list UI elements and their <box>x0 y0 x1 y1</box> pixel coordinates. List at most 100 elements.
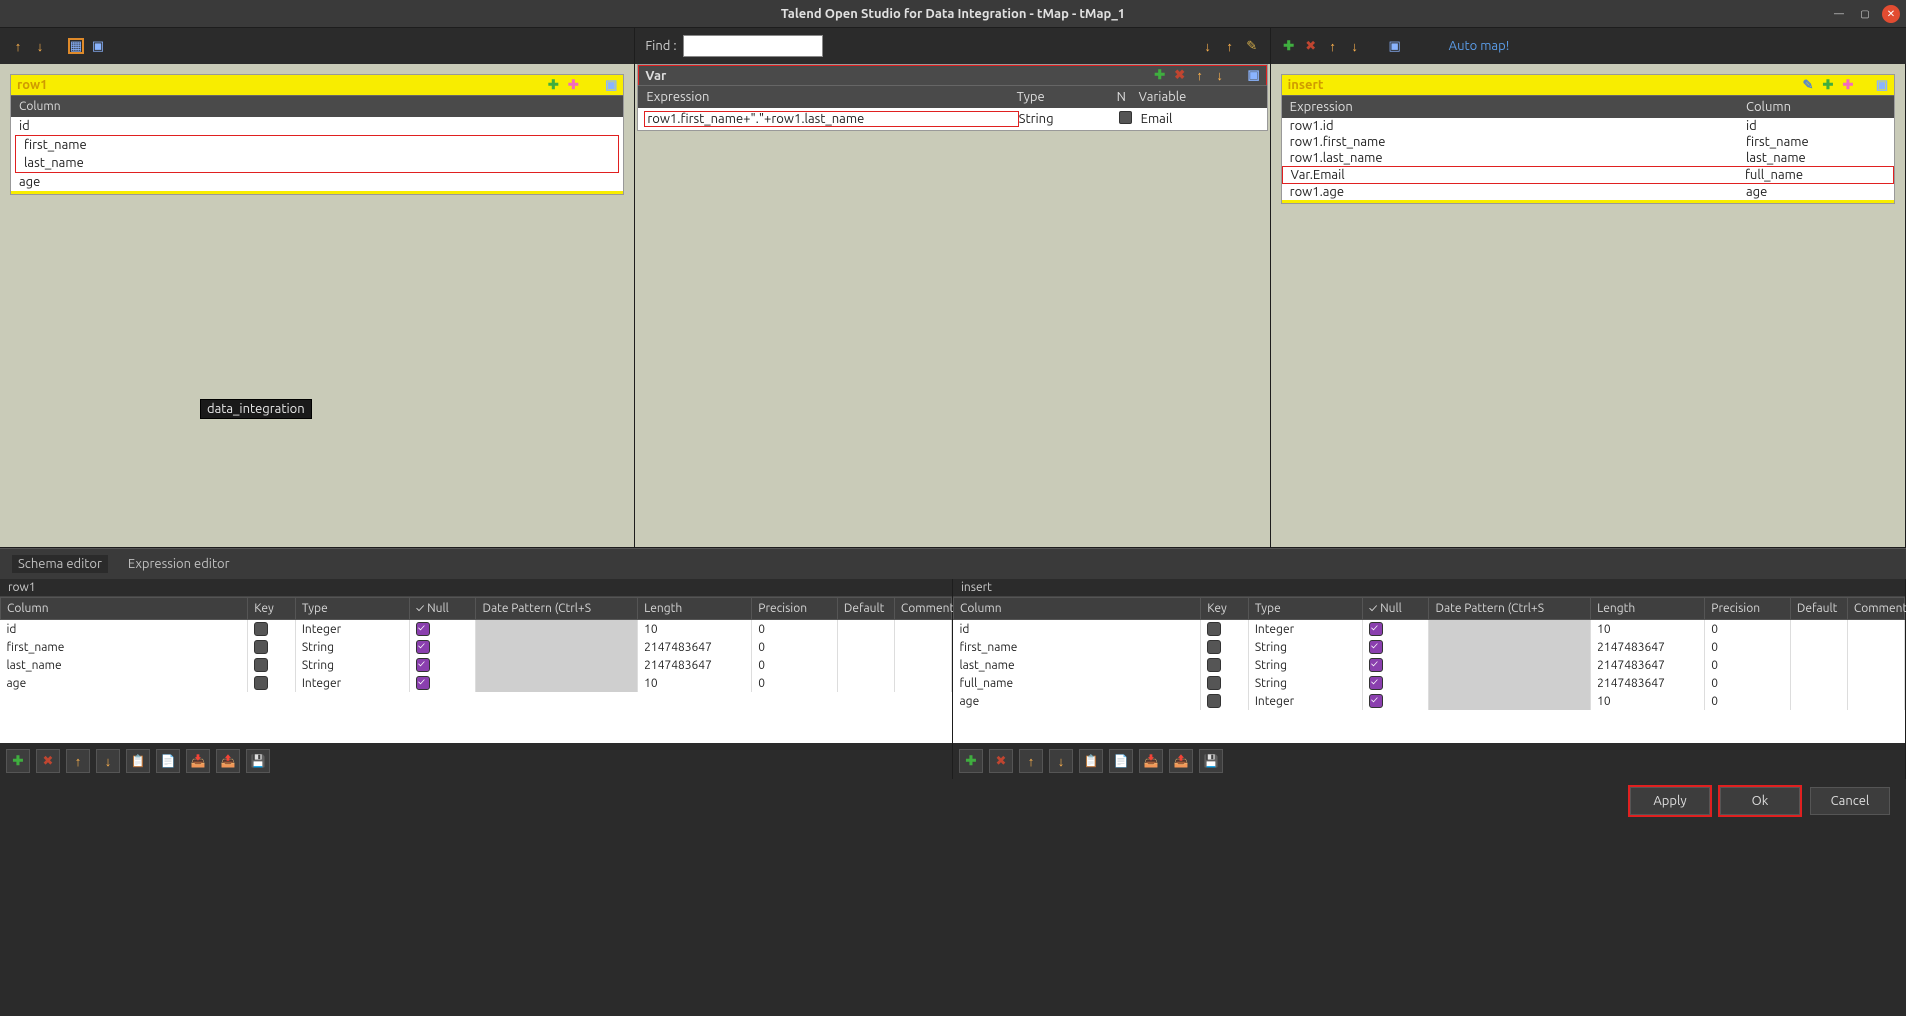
ok-button[interactable]: Ok <box>1720 787 1800 815</box>
schema-down-icon[interactable] <box>1049 749 1073 773</box>
schema-row[interactable]: ageInteger100 <box>954 692 1905 710</box>
add-output-icon[interactable] <box>1281 38 1297 54</box>
schema-remove-icon[interactable] <box>989 749 1013 773</box>
automap-button[interactable]: Auto map! <box>1449 39 1510 53</box>
schema-paste-icon[interactable]: 📄 <box>156 749 180 773</box>
schema-import-icon[interactable]: 📥 <box>1139 749 1163 773</box>
schema-row[interactable]: last_nameString21474836470 <box>954 656 1905 674</box>
schema-col-header[interactable]: Type <box>1248 598 1362 620</box>
schema-col-header[interactable]: Comment <box>1847 598 1904 620</box>
out-edit-icon[interactable] <box>1800 77 1816 93</box>
output-column-cell[interactable]: first_name <box>1746 135 1886 149</box>
var-popup-icon[interactable] <box>1246 68 1262 84</box>
var-type-cell[interactable]: String <box>1019 112 1119 126</box>
schema-paste-icon[interactable]: 📄 <box>1109 749 1133 773</box>
output-down-icon[interactable] <box>1347 38 1363 54</box>
output-row[interactable]: row1.last_namelast_name <box>1282 150 1894 166</box>
output-column-cell[interactable]: full_name <box>1745 168 1885 182</box>
schema-export-icon[interactable]: 📤 <box>1169 749 1193 773</box>
popup-icon[interactable] <box>90 38 106 54</box>
input-row[interactable]: first_name <box>16 136 618 154</box>
var-row[interactable]: row1.first_name+"."+row1.last_nameString… <box>638 108 1266 130</box>
output-row[interactable]: row1.idid <box>1282 118 1894 134</box>
move-down-icon[interactable] <box>32 38 48 54</box>
schema-col-header[interactable]: Default <box>837 598 894 620</box>
schema-col-header[interactable]: ✓ Null <box>1362 598 1429 620</box>
output-row[interactable]: row1.ageage <box>1282 184 1894 200</box>
close-button[interactable]: ✕ <box>1882 5 1900 23</box>
schema-col-header[interactable]: Date Pattern (Ctrl+S <box>1429 598 1591 620</box>
output-up-icon[interactable] <box>1325 38 1341 54</box>
var-add-icon[interactable] <box>1152 68 1168 84</box>
output-expression-cell[interactable]: row1.last_name <box>1290 151 1746 165</box>
out-popup-icon[interactable] <box>1874 77 1890 93</box>
output-column-cell[interactable]: last_name <box>1746 151 1886 165</box>
output-expression-cell[interactable]: Var.Email <box>1291 168 1745 182</box>
schema-copy-icon[interactable]: 📋 <box>126 749 150 773</box>
schema-col-header[interactable]: Key <box>248 598 296 620</box>
schema-row[interactable]: idInteger100 <box>1 620 952 639</box>
schema-col-header[interactable]: Length <box>638 598 752 620</box>
schema-col-header[interactable]: Column <box>1 598 248 620</box>
add-col-icon[interactable] <box>545 77 561 93</box>
move-up-icon[interactable] <box>10 38 26 54</box>
output-column-cell[interactable]: id <box>1746 119 1886 133</box>
find-input[interactable] <box>683 35 823 57</box>
var-nullable-check[interactable] <box>1119 111 1141 127</box>
schema-col-header[interactable]: Key <box>1201 598 1249 620</box>
schema-import-icon[interactable]: 📥 <box>186 749 210 773</box>
find-next-icon[interactable] <box>1200 38 1216 54</box>
apply-button[interactable]: Apply <box>1630 787 1710 815</box>
output-column-cell[interactable]: age <box>1746 185 1886 199</box>
schema-up-icon[interactable] <box>66 749 90 773</box>
out-add2-icon[interactable] <box>1840 77 1856 93</box>
highlight-icon[interactable] <box>1244 38 1260 54</box>
schema-col-header[interactable]: Precision <box>1705 598 1791 620</box>
output-expression-cell[interactable]: row1.id <box>1290 119 1746 133</box>
schema-icon[interactable] <box>68 38 84 54</box>
schema-row[interactable]: first_nameString21474836470 <box>954 638 1905 656</box>
var-up-icon[interactable] <box>1192 68 1208 84</box>
var-name-cell[interactable]: Email <box>1141 112 1261 126</box>
tab-schema-editor[interactable]: Schema editor <box>12 555 108 573</box>
schema-col-header[interactable]: Precision <box>752 598 838 620</box>
schema-col-header[interactable]: Default <box>1790 598 1847 620</box>
output-row[interactable]: Var.Emailfull_name <box>1282 166 1894 184</box>
minimize-button[interactable]: — <box>1830 5 1848 23</box>
schema-row[interactable]: idInteger100 <box>954 620 1905 639</box>
schema-row[interactable]: first_nameString21474836470 <box>1 638 952 656</box>
schema-col-header[interactable]: Column <box>954 598 1201 620</box>
schema-copy-icon[interactable]: 📋 <box>1079 749 1103 773</box>
schema-col-header[interactable]: Comment <box>894 598 951 620</box>
schema-col-header[interactable]: Type <box>295 598 409 620</box>
add-join-icon[interactable] <box>565 77 581 93</box>
schema-row[interactable]: ageInteger100 <box>1 674 952 692</box>
schema-down-icon[interactable] <box>96 749 120 773</box>
input-row[interactable]: last_name <box>16 154 618 172</box>
card-settings-icon[interactable] <box>603 77 619 93</box>
output-row[interactable]: row1.first_namefirst_name <box>1282 134 1894 150</box>
schema-col-header[interactable]: ✓ Null <box>409 598 476 620</box>
out-add-icon[interactable] <box>1820 77 1836 93</box>
schema-right-table[interactable]: ColumnKeyType✓ NullDate Pattern (Ctrl+SL… <box>953 597 1905 710</box>
schema-col-header[interactable]: Length <box>1591 598 1705 620</box>
input-row[interactable]: id <box>11 117 623 135</box>
schema-row[interactable]: last_nameString21474836470 <box>1 656 952 674</box>
schema-remove-icon[interactable] <box>36 749 60 773</box>
var-down-icon[interactable] <box>1212 68 1228 84</box>
maximize-button[interactable]: ▢ <box>1856 5 1874 23</box>
schema-col-header[interactable]: Date Pattern (Ctrl+S <box>476 598 638 620</box>
schema-save-icon[interactable]: 💾 <box>1199 749 1223 773</box>
input-row[interactable]: age <box>11 173 623 191</box>
schema-left-table[interactable]: ColumnKeyType✓ NullDate Pattern (Ctrl+SL… <box>0 597 952 692</box>
cancel-button[interactable]: Cancel <box>1810 787 1890 815</box>
schema-add-icon[interactable] <box>959 749 983 773</box>
schema-up-icon[interactable] <box>1019 749 1043 773</box>
output-expression-cell[interactable]: row1.age <box>1290 185 1746 199</box>
schema-save-icon[interactable]: 💾 <box>246 749 270 773</box>
tab-expression-editor[interactable]: Expression editor <box>122 555 236 573</box>
schema-add-icon[interactable] <box>6 749 30 773</box>
output-expression-cell[interactable]: row1.first_name <box>1290 135 1746 149</box>
var-expression-cell[interactable]: row1.first_name+"."+row1.last_name <box>644 111 1018 127</box>
remove-output-icon[interactable] <box>1303 38 1319 54</box>
